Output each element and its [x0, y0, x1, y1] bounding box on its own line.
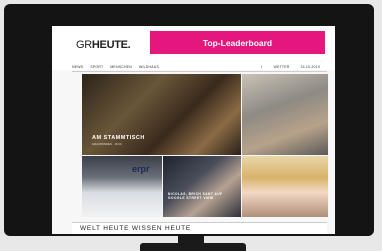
logo-gr-text: GR [76, 39, 92, 51]
main-story-meta: GRAUBÜNDEN · 16:40 [92, 142, 122, 146]
main-story-title: AM STAMMTISCH [92, 135, 145, 141]
main-story-tile[interactable]: AM STAMMTISCH GRAUBÜNDEN · 16:40 [82, 74, 241, 155]
story-tile-hockey[interactable]: erpr [82, 156, 162, 217]
site-header: GRHEUTE. Top-Leaderboard NEWS SPORT MENS… [52, 26, 335, 72]
facebook-icon[interactable]: f [261, 65, 262, 69]
main-navigation: NEWS SPORT MENSCHEN WILDHAUS f WETTER 24… [72, 63, 327, 71]
nav-date: 24.10.2019 [300, 65, 320, 69]
section-tabs-strip: WELT HEUTE WISSEN HEUTE [72, 222, 327, 234]
center-story-title: NICOLAS, BRICH SANT AUF GOOGLE STREET VI… [168, 192, 223, 200]
story-tile-center[interactable]: NICOLAS, BRICH SANT AUF GOOGLE STREET VI… [163, 156, 241, 217]
nav-item-sport[interactable]: SPORT [90, 65, 103, 69]
website-screen: GRHEUTE. Top-Leaderboard NEWS SPORT MENS… [52, 26, 335, 234]
nav-weather-link[interactable]: WETTER [273, 65, 289, 69]
logo-heute-text: HEUTE. [91, 39, 131, 51]
nav-item-menschen[interactable]: MENSCHEN [110, 65, 132, 69]
hockey-board-text: erpr [132, 164, 150, 174]
story-tile-top-right[interactable] [242, 74, 328, 155]
section-tabs[interactable]: WELT HEUTE WISSEN HEUTE [80, 225, 191, 232]
monitor-stand-base [140, 243, 246, 251]
story-tile-portrait[interactable] [242, 156, 328, 217]
nav-divider [72, 71, 327, 72]
nav-item-wildhaus[interactable]: WILDHAUS [139, 65, 159, 69]
nav-right-group: f WETTER 24.10.2019 [261, 65, 327, 69]
nav-item-news[interactable]: NEWS [72, 65, 83, 69]
monitor-bezel: GRHEUTE. Top-Leaderboard NEWS SPORT MENS… [4, 4, 374, 236]
top-leaderboard-ad[interactable]: Top-Leaderboard [150, 31, 325, 54]
news-tile-grid: AM STAMMTISCH GRAUBÜNDEN · 16:40 erpr NI… [82, 74, 328, 217]
site-logo[interactable]: GRHEUTE. [76, 39, 131, 51]
